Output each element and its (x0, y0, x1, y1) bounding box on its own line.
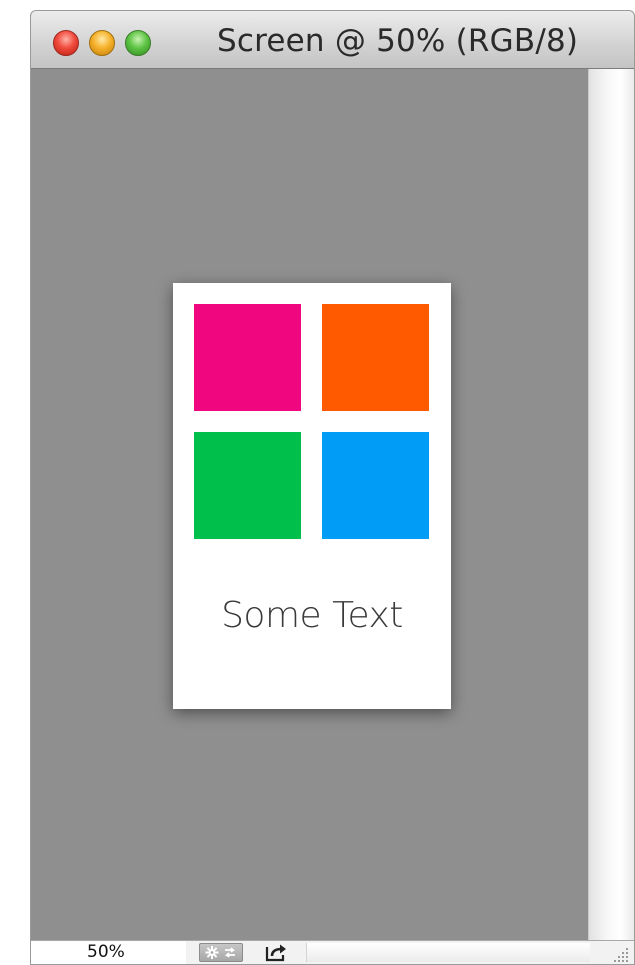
document-text: Some Text (221, 595, 403, 636)
green-swatch (194, 432, 301, 539)
share-icon[interactable] (264, 943, 294, 962)
resize-grip-icon[interactable] (588, 941, 634, 964)
document-window: Screen @ 50% (RGB/8) Some Text 50% (30, 10, 635, 965)
status-info-strip (306, 943, 590, 962)
zoom-button[interactable] (125, 30, 151, 56)
pink-swatch (194, 304, 301, 411)
title-bar[interactable]: Screen @ 50% (RGB/8) (31, 11, 634, 69)
status-bar: 50% (31, 940, 634, 964)
canvas-area[interactable]: Some Text (31, 69, 589, 942)
blue-swatch (322, 432, 429, 539)
document-canvas[interactable]: Some Text (173, 283, 451, 709)
gear-arrows-icon[interactable] (199, 943, 243, 962)
vertical-scrollbar[interactable] (588, 69, 634, 942)
minimize-button[interactable] (89, 30, 115, 56)
window-title: Screen @ 50% (RGB/8) (217, 23, 579, 59)
close-button[interactable] (53, 30, 79, 56)
orange-swatch (322, 304, 429, 411)
zoom-level-field[interactable]: 50% (31, 941, 186, 964)
